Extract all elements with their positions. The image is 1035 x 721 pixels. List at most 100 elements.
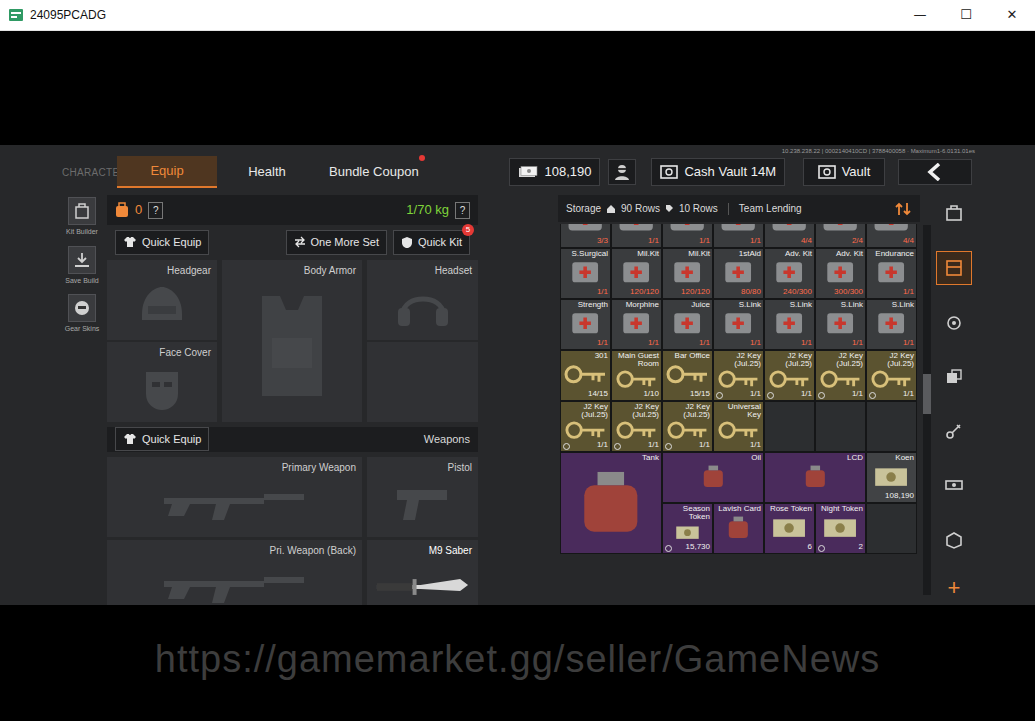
category-tab[interactable] [936, 306, 972, 340]
inventory-item[interactable]: Rose Token6 [764, 503, 815, 554]
inventory-item[interactable]: J2 Key (Jul.25)1/1 [866, 350, 917, 401]
inventory-item[interactable]: J2 Key (Jul.25)1/1 [662, 401, 713, 452]
window-control[interactable]: ☐ [943, 5, 989, 25]
inventory-item[interactable]: Koen108,190 [866, 452, 917, 503]
item-count: 6 [808, 543, 812, 552]
vault-button[interactable]: Vault [803, 158, 885, 186]
inventory-item[interactable]: 30114/15 [560, 350, 611, 401]
inventory-item[interactable]: Mil.Kit120/120 [662, 248, 713, 299]
category-tab[interactable] [936, 360, 972, 394]
equip-button[interactable]: Quick Kit5 [393, 230, 470, 255]
inventory-item[interactable]: Main Guest Room1/10 [611, 350, 662, 401]
inventory-item[interactable]: Universal Key1/1 [713, 401, 764, 452]
item-footer: 1/1 [665, 440, 710, 450]
inventory-item[interactable]: 4/4 [866, 224, 917, 248]
storage-panel: Storage90 Rows10 RowsTeam Lending3/31/11… [558, 195, 920, 605]
inventory-item[interactable]: J2 Key (Jul.25)1/1 [815, 350, 866, 401]
inventory-item[interactable]: 4/4 [764, 224, 815, 248]
inventory-item[interactable]: Adv. Kit300/300 [815, 248, 866, 299]
inventory-item[interactable]: Strength1/1 [560, 299, 611, 350]
category-tab[interactable] [936, 414, 972, 448]
inventory-item[interactable]: S.Link1/1 [866, 299, 917, 350]
inventory-item[interactable]: S.Link1/1 [815, 299, 866, 350]
inventory-item[interactable]: 2/4 [815, 224, 866, 248]
sidebar-item[interactable]: Kit Builder [66, 197, 98, 238]
equip-slot[interactable]: Headset [367, 260, 478, 340]
sort-icon[interactable] [894, 201, 912, 217]
category-tab[interactable] [936, 523, 972, 557]
inventory-item[interactable]: Season Token15,730 [662, 503, 713, 554]
timer-icon [716, 392, 723, 399]
inventory-item[interactable]: 1/1 [713, 224, 764, 248]
equip-slot[interactable] [367, 342, 478, 422]
inventory-item[interactable]: Endurance1/1 [866, 248, 917, 299]
item-name: Morphine [614, 301, 659, 309]
equip-slot[interactable]: Body Armor [222, 260, 362, 422]
inventory-item[interactable]: S.Link1/1 [764, 299, 815, 350]
add-button[interactable]: + [948, 577, 961, 599]
inventory-item[interactable]: 1/1 [611, 224, 662, 248]
empty-slot [866, 503, 917, 554]
profile-button[interactable] [608, 159, 636, 185]
equip-button[interactable]: One More Set [286, 230, 387, 255]
item-name: Adv. Kit [818, 250, 863, 258]
window-control[interactable]: — [897, 5, 943, 25]
tab[interactable]: Health [217, 157, 317, 187]
equip-slot[interactable]: Face Cover [107, 342, 217, 422]
category-tab[interactable] [936, 197, 972, 231]
equip-button[interactable]: Quick Equip [115, 230, 209, 255]
sidebar-item[interactable]: Save Build [65, 246, 98, 287]
inventory-item[interactable]: J2 Key (Jul.25)1/1 [713, 350, 764, 401]
inventory-item[interactable]: Lavish Card [713, 503, 764, 554]
watermark: https://gamemarket.gg/seller/GameNews [155, 631, 881, 688]
inventory-item[interactable]: LCD [764, 452, 866, 503]
item-footer [767, 491, 863, 501]
inventory-item[interactable]: Night Token2 [815, 503, 866, 554]
app-icon [8, 7, 24, 23]
inventory-item[interactable]: J2 Key (Jul.25)1/1 [611, 401, 662, 452]
inventory-item[interactable]: J2 Key (Jul.25)1/1 [560, 401, 611, 452]
knife-icon [373, 558, 472, 606]
equip-slot[interactable]: M9 Saber [367, 540, 478, 606]
vault-icon [818, 164, 836, 180]
equip-slot[interactable]: Pri. Weapon (Back) [107, 540, 362, 606]
inventory-item[interactable]: Adv. Kit240/300 [764, 248, 815, 299]
equip-slot[interactable]: Pistol [367, 457, 478, 537]
inventory-item[interactable]: S.Surgical1/1 [560, 248, 611, 299]
scrollbar-track[interactable] [923, 225, 931, 595]
category-tab[interactable] [936, 468, 972, 502]
inventory-item[interactable]: Oil [662, 452, 764, 503]
item-name: J2 Key (Jul.25) [767, 352, 812, 369]
team-lending-tab[interactable]: Team Lending [739, 201, 802, 216]
equip-slot[interactable]: Primary Weapon [107, 457, 362, 537]
inventory-item[interactable]: S.Link1/1 [713, 299, 764, 350]
help-button[interactable]: ? [148, 202, 163, 219]
cash-vault-button[interactable]: Cash Vault 14M [651, 158, 785, 186]
item-name: 301 [563, 352, 608, 360]
category-tab[interactable] [936, 251, 972, 285]
swap-icon [294, 236, 306, 248]
item-count: 1/1 [903, 339, 914, 348]
inventory-item[interactable]: Bar Office15/15 [662, 350, 713, 401]
help-button[interactable]: ? [455, 202, 470, 219]
inventory-item[interactable]: Mil.Kit120/120 [611, 248, 662, 299]
inventory-item[interactable]: Morphine1/1 [611, 299, 662, 350]
inventory-item[interactable]: Juice1/1 [662, 299, 713, 350]
equip-slot[interactable]: Headgear [107, 260, 217, 340]
tab[interactable]: Equip [117, 156, 217, 188]
scrollbar-thumb[interactable] [923, 374, 931, 414]
currency-icon [665, 522, 710, 542]
inventory-item[interactable]: 3/3 [560, 224, 611, 248]
tab[interactable]: Bundle Coupon [317, 157, 431, 187]
inventory-item[interactable]: Tank [560, 452, 662, 554]
inventory-item[interactable]: 1/1 [662, 224, 713, 248]
sidebar-item[interactable]: Gear Skins [65, 294, 100, 335]
rifle-icon [113, 475, 356, 534]
inventory-item[interactable]: 1stAid80/80 [713, 248, 764, 299]
window-control[interactable]: ✕ [989, 5, 1035, 25]
quick-equip-button[interactable]: Quick Equip [115, 427, 209, 452]
back-button[interactable] [898, 159, 972, 185]
key-icon [614, 420, 659, 440]
inventory-item[interactable]: J2 Key (Jul.25)1/1 [764, 350, 815, 401]
sidebar-label: Save Build [65, 276, 98, 287]
